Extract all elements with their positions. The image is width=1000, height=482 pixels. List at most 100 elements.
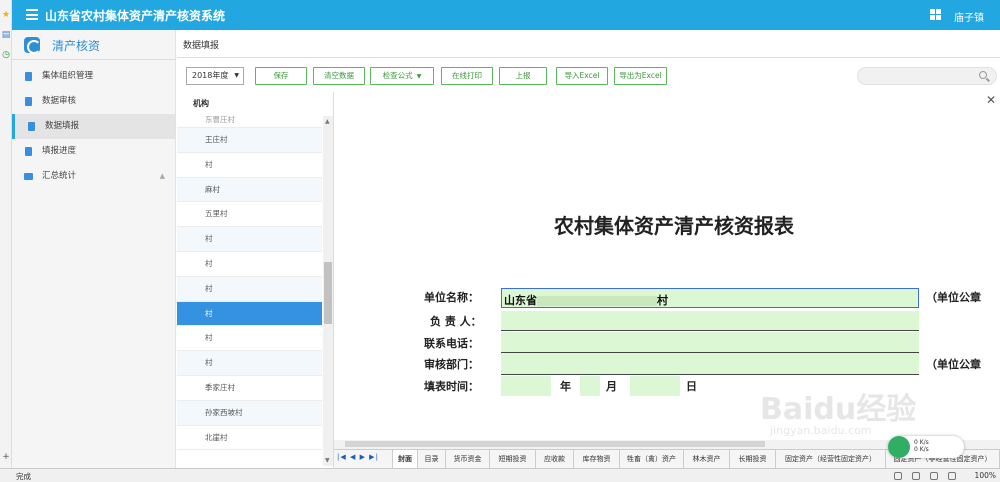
owner-field[interactable] (501, 311, 919, 331)
list-item-selected[interactable]: 村 (177, 301, 322, 327)
module-logo-icon (24, 37, 41, 54)
year-field[interactable] (501, 376, 551, 396)
org-list: 东曹庄村 王庄村 村 麻村 五里村 村 村 村 村 村 村 季家庄村 孙家西坡村… (177, 116, 322, 466)
scrollbar-thumb[interactable] (345, 441, 765, 447)
year-select[interactable]: 2018年度 ▼ (186, 67, 244, 85)
zoom-icon[interactable] (948, 472, 956, 480)
sidebar-item-data-audit[interactable]: 数据审核 (12, 89, 175, 114)
unit-name-value: 山东省村 (504, 294, 668, 307)
clear-data-button[interactable]: 清空数据 (313, 67, 365, 85)
status-bar: 完成 100% (0, 468, 1000, 482)
search-input[interactable] (857, 67, 997, 85)
unit-name-field[interactable]: 山东省村 (501, 288, 919, 308)
submit-button[interactable]: 上报 (499, 67, 547, 85)
list-item[interactable]: 麻村 (177, 177, 322, 203)
list-item[interactable]: 五里村 (177, 202, 322, 228)
list-item[interactable]: 季家庄村 (177, 375, 322, 401)
download-icon[interactable] (912, 472, 920, 480)
unit-name-label: 单位名称： (424, 291, 479, 304)
app-grid-icon[interactable] (930, 9, 941, 20)
network-speed-widget[interactable]: 0 K/s 0 K/s (888, 436, 964, 458)
phone-field[interactable] (501, 332, 919, 353)
watermark-url: jingyan.baidu.com (770, 424, 872, 437)
module-name: 清产核资 (52, 39, 101, 53)
report-title: 农村集体资产清产核资报表 (554, 214, 794, 238)
tab-contents[interactable]: 目录 (418, 450, 446, 468)
day-unit-label: 日 (686, 380, 697, 393)
zoom-level[interactable]: 100% (975, 471, 996, 480)
month-field-left[interactable] (580, 376, 600, 396)
tab-nav-arrows-icon[interactable]: |◀ ◀ ▶ ▶| (337, 453, 379, 461)
import-excel-button[interactable]: 导入Excel (556, 67, 608, 85)
list-item[interactable]: 村 (177, 276, 322, 302)
tab-livestock[interactable]: 牲畜（禽）资产 (620, 450, 684, 468)
document-icon (25, 147, 32, 156)
print-online-button[interactable]: 在线打印 (441, 67, 493, 85)
search-icon[interactable] (979, 71, 987, 79)
check-formula-label: 检查公式 (382, 71, 413, 80)
sidebar-item-summary[interactable]: 汇总统计 ▲ (12, 164, 175, 189)
sidebar-item-label: 数据填报 (45, 121, 80, 131)
tab-fixed-assets-operating[interactable]: 固定资产（经营性固定资产） (776, 450, 886, 468)
fill-time-label: 填表时间： (424, 380, 479, 393)
baidu-watermark: Baidu经验 jingyan.baidu.com (760, 384, 960, 444)
list-item[interactable]: 村 (177, 152, 322, 178)
module-brand: 清产核资 (12, 30, 175, 60)
list-item[interactable]: 村 (177, 351, 322, 376)
chevron-up-icon: ▲ (159, 172, 165, 180)
clock-icon[interactable]: ◷ (1, 50, 11, 60)
day-field[interactable] (630, 376, 680, 396)
speed-text: 0 K/s 0 K/s (914, 439, 929, 453)
chevron-down-icon: ▼ (416, 73, 422, 80)
scroll-down-icon[interactable]: ▼ (325, 457, 330, 464)
check-formula-dropdown[interactable]: 检查公式 ▼ (370, 67, 434, 85)
export-excel-button[interactable]: 导出为Excel (614, 67, 667, 85)
sidebar-item-progress[interactable]: 填报进度 (12, 139, 175, 164)
list-item[interactable]: 村 (177, 326, 322, 352)
sidebar-item-data-entry[interactable]: 数据填报 (12, 114, 175, 139)
scrollbar-thumb[interactable] (324, 262, 332, 324)
scroll-up-icon[interactable]: ▲ (325, 118, 330, 125)
tab-inventory[interactable]: 库存物资 (574, 450, 620, 468)
document-icon (28, 122, 35, 131)
tab-cover[interactable]: 封面 (392, 450, 418, 468)
list-item[interactable]: 东曹庄村 (177, 116, 322, 128)
sidebar-item-label: 数据审核 (42, 96, 77, 106)
chevron-down-icon: ▼ (234, 72, 239, 79)
hamburger-menu-icon[interactable] (26, 9, 38, 20)
audit-dept-label: 审核部门： (424, 358, 479, 371)
tab-short-investment[interactable]: 短期投资 (490, 450, 536, 468)
list-item[interactable]: 王庄村 (177, 128, 322, 153)
month-unit-label: 月 (606, 380, 617, 393)
speed-ball-icon (888, 436, 910, 458)
org-scrollbar[interactable]: ▲ ▼ (323, 116, 333, 466)
document-icon (25, 97, 32, 106)
tab-receivables[interactable]: 应收款 (536, 450, 574, 468)
tab-long-investment[interactable]: 长期投资 (730, 450, 776, 468)
audit-dept-field[interactable] (501, 353, 919, 375)
breadcrumb: 数据填报 (183, 41, 220, 51)
app-window: ★ ▤ ◷ + 山东省农村集体资产清产核资系统 庙子镇 清产核资 集体组织管理 … (0, 0, 1000, 482)
owner-label: 负 责 人： (430, 315, 482, 328)
list-item[interactable]: 孙家西坡村 (177, 400, 322, 426)
status-text: 完成 (16, 472, 31, 481)
sidebar: 清产核资 集体组织管理 数据审核 数据填报 填报进度 汇总统计 ▲ (12, 30, 176, 468)
star-icon[interactable]: ★ (1, 10, 11, 20)
tab-cash[interactable]: 货币资金 (446, 450, 490, 468)
sidebar-item-label: 汇总统计 (42, 171, 77, 181)
toolbar: 2018年度 ▼ 保存 清空数据 检查公式 ▼ 在线打印 上报 导入Excel 导… (177, 58, 1000, 92)
tab-forest[interactable]: 林木资产 (684, 450, 730, 468)
save-button[interactable]: 保存 (255, 67, 307, 85)
close-icon[interactable]: ✕ (986, 93, 996, 107)
list-item[interactable]: 村 (177, 251, 322, 277)
plus-icon[interactable]: + (1, 452, 11, 462)
user-name[interactable]: 庙子镇 (954, 9, 984, 24)
sound-icon[interactable] (894, 472, 902, 480)
sidebar-item-org-management[interactable]: 集体组织管理 (12, 64, 175, 89)
settings-icon[interactable] (930, 472, 938, 480)
browser-side-strip: ★ ▤ ◷ + (0, 0, 12, 468)
year-unit-label: 年 (560, 380, 571, 393)
document-icon[interactable]: ▤ (1, 30, 11, 40)
list-item[interactable]: 村 (177, 227, 322, 252)
list-item[interactable]: 北崖村 (177, 425, 322, 451)
